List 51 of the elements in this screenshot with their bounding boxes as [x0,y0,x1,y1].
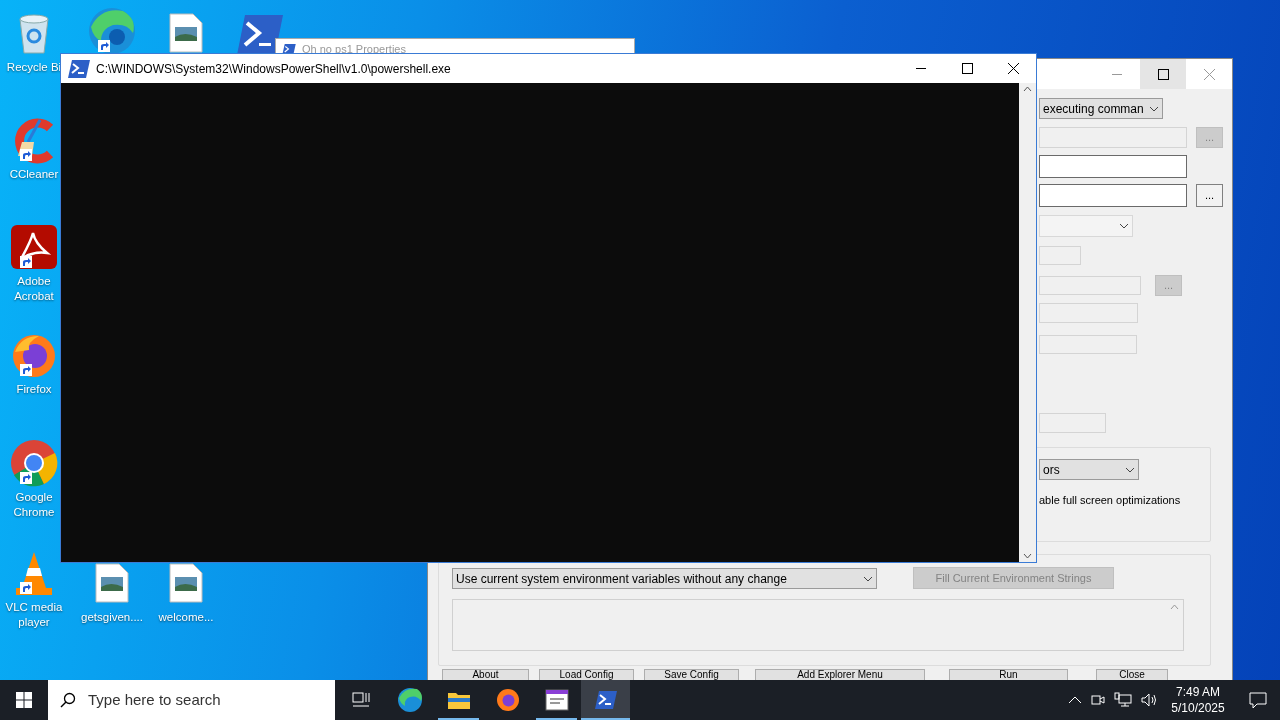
dialog-button[interactable]: Close [1096,669,1168,680]
clock-date[interactable]: 5/10/2025 [1171,700,1225,716]
dropdown[interactable]: Use current system environment variables without any change [452,568,877,589]
scroll-down-icon [1023,553,1032,559]
minimize-icon [916,68,926,69]
maximize-button[interactable] [1140,59,1186,89]
close-icon [1007,63,1019,74]
acrobat-icon [11,225,57,269]
chrome-icon [10,439,58,487]
network-icon [1114,692,1132,708]
dropdown[interactable]: executing comman [1039,98,1163,119]
chevron-down-icon [863,575,873,582]
chevron-up-icon [1068,696,1082,704]
chat-bubble-icon [1249,691,1267,709]
window-app-icon [544,689,569,711]
dialog-button[interactable]: About [442,669,529,680]
checkbox-label: able full screen optimizations [1039,493,1181,508]
scroll-up-icon [1023,86,1032,92]
maximize-icon [1157,68,1169,80]
clock-time[interactable]: 7:49 AM [1176,684,1220,700]
folder-icon [446,690,471,710]
maximize-icon [961,63,973,74]
input-field[interactable] [1039,155,1187,178]
chevron-down-icon [1149,105,1159,112]
running-indicator [438,718,479,720]
powershell-icon [68,59,90,78]
window-title: C:\WINDOWS\System32\WindowsPowerShell\v1.0\powershell.exe [96,60,451,78]
search-field[interactable]: Type here to search [48,680,335,720]
close-icon [1203,68,1215,80]
windows-logo-icon [16,692,32,708]
dropdown[interactable]: ors [1039,459,1139,480]
minimize-icon [1112,73,1122,75]
camera-icon [1090,692,1106,708]
edge-icon [396,687,423,713]
scrollbar[interactable] [1019,83,1036,562]
volume-icon [1140,692,1158,708]
running-indicator [536,718,577,720]
scroll-up-icon [1170,604,1179,610]
powershell-icon [594,691,617,709]
chevron-down-icon [1119,223,1129,229]
running-indicator [581,718,630,720]
firefox-icon [11,332,57,378]
input-field[interactable] [1039,184,1187,207]
task-view-icon [351,692,370,708]
chevron-down-icon [1125,466,1135,473]
firefox-icon [495,688,520,712]
browse-button[interactable]: ... [1196,184,1223,207]
search-icon [60,692,76,708]
image-file-icon [95,563,129,603]
image-file-icon [169,563,203,603]
dialog-button[interactable]: Run [949,669,1068,680]
